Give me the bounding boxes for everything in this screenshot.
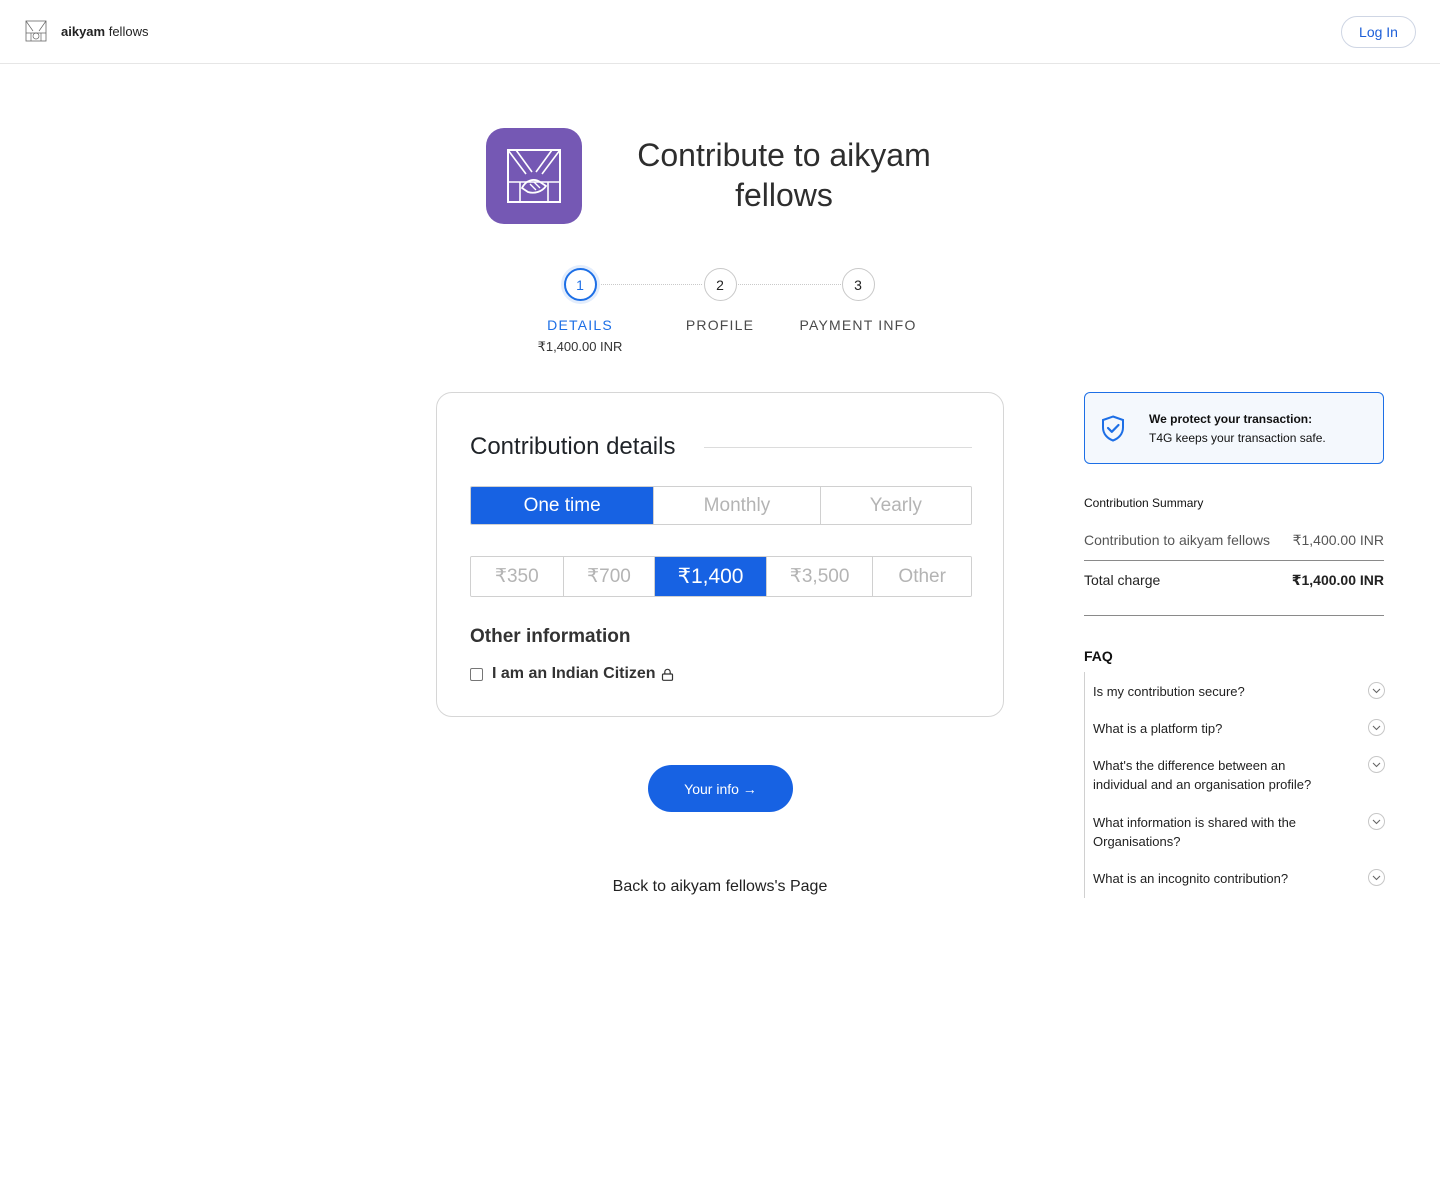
- summary-divider: [1084, 560, 1384, 561]
- organisation-logo: [486, 128, 582, 224]
- step-payment-info[interactable]: 3 PAYMENT INFO: [788, 268, 928, 333]
- amount-option[interactable]: ₹3,500: [766, 557, 874, 596]
- indian-citizen-label[interactable]: I am an Indian Citizen: [492, 665, 656, 683]
- faq-question: What's the difference between an individ…: [1093, 758, 1312, 792]
- chevron-down-icon[interactable]: [1368, 813, 1385, 830]
- step-label: DETAILS: [547, 317, 613, 333]
- indian-citizen-checkbox[interactable]: [470, 667, 483, 681]
- title-divider: [704, 447, 972, 448]
- summary-line: Contribution to aikyam fellows ₹1,400.00…: [1084, 532, 1384, 549]
- step-profile[interactable]: 2 PROFILE: [660, 268, 780, 333]
- lock-icon: [661, 668, 673, 681]
- your-info-button[interactable]: Your info →: [648, 765, 793, 812]
- faq-item[interactable]: What's the difference between an individ…: [1093, 756, 1385, 794]
- faq-question: What information is shared with the Orga…: [1093, 815, 1297, 849]
- page-title: Contribute to aikyam fellows: [637, 137, 931, 213]
- amount-option-other[interactable]: Other: [873, 557, 971, 596]
- faq-question: Is my contribution secure?: [1093, 684, 1245, 699]
- step-number: 1: [563, 268, 597, 301]
- contribution-summary-title: Contribution Summary: [1084, 496, 1204, 510]
- step-label: PROFILE: [685, 317, 755, 333]
- top-navigation-bar: aikyam fellows Log In: [0, 0, 1440, 64]
- faq-item[interactable]: Is my contribution secure?: [1093, 682, 1385, 701]
- transaction-protection-box: We protect your transaction: T4G keeps y…: [1084, 392, 1384, 464]
- total-charge-value: ₹1,400.00 INR: [1291, 572, 1384, 588]
- faq-item[interactable]: What is an incognito contribution?: [1093, 869, 1385, 888]
- chevron-down-icon[interactable]: [1368, 869, 1385, 886]
- other-information-title: Other information: [470, 626, 631, 647]
- amount-option[interactable]: ₹700: [563, 557, 656, 596]
- step-number: 3: [841, 268, 875, 301]
- summary-line-value: ₹1,400.00 INR: [1292, 532, 1384, 548]
- faq-list: Is my contribution secure? What is a pla…: [1084, 672, 1385, 898]
- summary-line-label: Contribution to aikyam fellows: [1084, 532, 1270, 548]
- step-amount: ₹1,400.00 INR: [537, 339, 623, 354]
- faq-title: FAQ: [1084, 648, 1113, 664]
- faq-item[interactable]: What information is shared with the Orga…: [1093, 813, 1385, 851]
- protection-subtitle: T4G keeps your transaction safe.: [1149, 431, 1326, 445]
- faq-question: What is a platform tip?: [1093, 721, 1223, 736]
- contribution-details-card: Contribution details One time Monthly Ye…: [436, 392, 1004, 717]
- contribution-details-title: Contribution details: [470, 433, 676, 460]
- chevron-down-icon[interactable]: [1368, 756, 1385, 773]
- chevron-down-icon[interactable]: [1368, 682, 1385, 699]
- frequency-yearly[interactable]: Yearly: [820, 487, 971, 524]
- step-details[interactable]: 1 DETAILS ₹1,400.00 INR: [520, 268, 640, 355]
- aikyam-logo-icon: [25, 20, 47, 42]
- step-number: 2: [703, 268, 737, 301]
- total-charge-label: Total charge: [1084, 572, 1161, 588]
- step-label: PAYMENT INFO: [799, 317, 917, 333]
- login-button[interactable]: Log In: [1341, 16, 1416, 48]
- faq-question: What is an incognito contribution?: [1093, 871, 1289, 886]
- brand-name: aikyam fellows: [61, 23, 149, 39]
- frequency-monthly[interactable]: Monthly: [654, 487, 821, 524]
- amount-option-selected[interactable]: ₹1,400: [655, 557, 767, 596]
- chevron-down-icon[interactable]: [1368, 719, 1385, 736]
- amount-option[interactable]: ₹350: [471, 557, 564, 596]
- frequency-selector: One time Monthly Yearly: [470, 486, 972, 525]
- frequency-one-time[interactable]: One time: [471, 487, 655, 524]
- brand[interactable]: aikyam fellows: [25, 20, 148, 42]
- amount-selector: ₹350 ₹700 ₹1,400 ₹3,500 Other: [470, 556, 972, 597]
- faq-item[interactable]: What is a platform tip?: [1093, 719, 1385, 738]
- back-to-page-link[interactable]: Back to aikyam fellows's Page: [520, 878, 920, 896]
- protection-title: We protect your transaction:: [1149, 412, 1313, 426]
- handshake-logo-icon: [507, 149, 561, 203]
- shield-check-icon: [1102, 415, 1124, 442]
- indian-citizen-row: I am an Indian Citizen: [470, 665, 674, 683]
- summary-divider: [1084, 615, 1384, 616]
